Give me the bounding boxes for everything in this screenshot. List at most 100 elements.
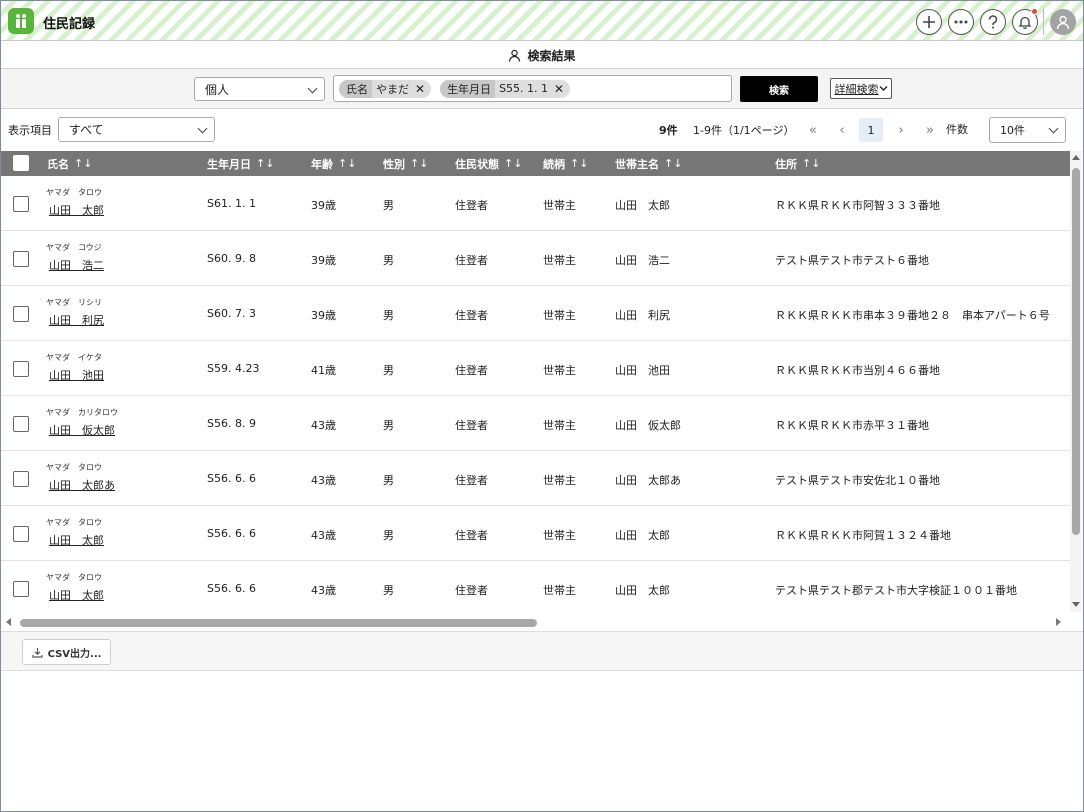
horizontal-scroll-thumb[interactable] <box>20 619 537 627</box>
select-all-checkbox[interactable] <box>13 155 29 171</box>
column-header-age[interactable]: 年齢 ↑↓ <box>311 151 356 176</box>
column-header-address[interactable]: 住所 ↑↓ <box>775 151 820 176</box>
name-link[interactable]: 山田 太郎 <box>49 532 104 548</box>
search-criteria-input[interactable]: 氏名 やまだ ✕ 生年月日 S55. 1. 1 ✕ <box>333 75 732 102</box>
more-icon[interactable] <box>948 9 974 35</box>
table-row[interactable]: ヤマダ タロウ 山田 太郎 S56. 6. 6 43歳 男 住登者 世帯主 山田… <box>1 506 1070 561</box>
row-checkbox[interactable] <box>13 251 29 267</box>
table-row[interactable]: ヤマダ イケタ 山田 池田 S59. 4.23 41歳 男 住登者 世帯主 山田… <box>1 341 1070 396</box>
prev-page-icon[interactable]: ‹ <box>830 118 854 142</box>
name-link[interactable]: 山田 仮太郎 <box>49 422 115 438</box>
status-cell: 住登者 <box>455 474 488 487</box>
sex-cell: 男 <box>383 419 394 432</box>
table-header: 氏名 ↑↓ 生年月日 ↑↓ 年齢 ↑↓ 性別 ↑↓ 住民状態 ↑↓ 続柄 ↑↓ 世帯主名 ↑↓… <box>1 151 1070 176</box>
table-row[interactable]: ヤマダ リシリ 山田 利尻 S60. 7. 3 39歳 男 住登者 世帯主 山田… <box>1 286 1070 341</box>
sort-icon: ↑↓ <box>802 157 821 170</box>
sort-icon: ↑↓ <box>504 157 523 170</box>
column-header-sex[interactable]: 性別 ↑↓ <box>383 151 428 176</box>
search-bar: 個人 氏名 やまだ ✕ 生年月日 S55. 1. 1 ✕ 検索 詳細検索 <box>1 69 1083 109</box>
scroll-down-icon[interactable] <box>1072 602 1080 607</box>
table-row[interactable]: ヤマダ タロウ 山田 太郎 S61. 1. 1 39歳 男 住登者 世帯主 山田… <box>1 176 1070 231</box>
table-row[interactable]: ヤマダ タロウ 山田 太郎 S56. 6. 6 43歳 男 住登者 世帯主 山田… <box>1 561 1070 612</box>
status-cell: 住登者 <box>455 254 488 267</box>
name-kana: ヤマダ コウジ <box>46 243 102 252</box>
table-row[interactable]: ヤマダ コウジ 山田 浩二 S60. 9. 8 39歳 男 住登者 世帯主 山田… <box>1 231 1070 286</box>
address-cell: テスト県テスト市テスト６番地 <box>775 254 929 267</box>
bell-icon[interactable] <box>1012 8 1038 35</box>
status-cell: 住登者 <box>455 199 488 212</box>
birthdate-cell: S56. 6. 6 <box>207 582 256 595</box>
column-header-birthdate[interactable]: 生年月日 ↑↓ <box>207 151 274 176</box>
column-header-status[interactable]: 住民状態 ↑↓ <box>455 151 522 176</box>
display-items-select[interactable]: すべて <box>58 117 215 142</box>
next-page-icon[interactable]: › <box>889 118 913 142</box>
age-cell: 39歳 <box>311 309 336 322</box>
name-link[interactable]: 山田 利尻 <box>49 312 104 328</box>
row-checkbox[interactable] <box>13 416 29 432</box>
relation-cell: 世帯主 <box>543 309 576 322</box>
app-window: 住民記録 検索結果 個人 氏名 やまだ ✕ 生年月日 S55. 1. 1 ✕ 検… <box>0 0 1084 812</box>
download-icon <box>31 647 43 658</box>
app-header: 住民記録 <box>1 1 1083 41</box>
name-link[interactable]: 山田 太郎あ <box>49 477 115 493</box>
age-cell: 43歳 <box>311 474 336 487</box>
result-count: 9件 <box>659 124 678 137</box>
plus-icon[interactable] <box>916 9 942 35</box>
row-checkbox[interactable] <box>13 471 29 487</box>
chevron-down-icon <box>879 86 887 91</box>
vertical-scroll-thumb[interactable] <box>1072 168 1080 535</box>
first-page-icon[interactable]: « <box>801 118 825 142</box>
per-page-select[interactable]: 10件 <box>989 117 1066 143</box>
vertical-scrollbar[interactable] <box>1070 151 1082 612</box>
csv-export-button[interactable]: CSV出力... <box>22 639 111 665</box>
age-cell: 43歳 <box>311 584 336 597</box>
name-link[interactable]: 山田 浩二 <box>49 257 104 273</box>
help-icon[interactable] <box>980 9 1006 35</box>
scroll-left-icon[interactable] <box>6 618 11 626</box>
name-kana: ヤマダ タロウ <box>46 188 102 197</box>
close-icon[interactable]: ✕ <box>554 82 564 96</box>
address-cell: ＲＫＫ県ＲＫＫ市当別４６６番地 <box>775 364 940 377</box>
page-title: 検索結果 <box>527 48 576 63</box>
row-checkbox[interactable] <box>13 196 29 212</box>
last-page-icon[interactable]: » <box>918 118 942 142</box>
column-label: 続柄 <box>543 157 565 171</box>
table-row[interactable]: ヤマダ カリタロウ 山田 仮太郎 S56. 8. 9 43歳 男 住登者 世帯主… <box>1 396 1070 451</box>
age-cell: 43歳 <box>311 529 336 542</box>
address-cell: ＲＫＫ県ＲＫＫ市阿智３３３番地 <box>775 199 940 212</box>
column-header-head[interactable]: 世帯主名 ↑↓ <box>615 151 682 176</box>
name-link[interactable]: 山田 太郎 <box>49 587 104 603</box>
close-icon[interactable]: ✕ <box>415 82 425 96</box>
birthdate-cell: S60. 7. 3 <box>207 307 256 320</box>
column-header-name[interactable]: 氏名 ↑↓ <box>47 151 92 176</box>
row-checkbox[interactable] <box>13 306 29 322</box>
search-chip-birthdate: 生年月日 S55. 1. 1 ✕ <box>440 79 571 98</box>
sex-cell: 男 <box>383 474 394 487</box>
row-checkbox[interactable] <box>13 526 29 542</box>
column-header-relation[interactable]: 続柄 ↑↓ <box>543 151 588 176</box>
address-cell: ＲＫＫ県ＲＫＫ市赤平３１番地 <box>775 419 929 432</box>
column-label: 住所 <box>775 157 797 171</box>
search-mode-value: 個人 <box>205 82 230 97</box>
search-button[interactable]: 検索 <box>740 76 818 102</box>
row-checkbox[interactable] <box>13 361 29 377</box>
scroll-up-icon[interactable] <box>1072 155 1080 160</box>
user-avatar-icon[interactable] <box>1050 9 1076 35</box>
csv-export-label: CSV出力... <box>47 648 102 660</box>
row-checkbox[interactable] <box>13 581 29 597</box>
sort-icon: ↑↓ <box>74 157 93 170</box>
scroll-right-icon[interactable] <box>1056 618 1061 626</box>
chevron-down-icon <box>197 123 208 134</box>
horizontal-scrollbar[interactable] <box>1 615 1070 629</box>
relation-cell: 世帯主 <box>543 419 576 432</box>
page-number[interactable]: 1 <box>859 118 883 142</box>
display-items-label: 表示項目 <box>8 124 52 137</box>
advanced-search-button[interactable]: 詳細検索 <box>830 78 892 99</box>
sex-cell: 男 <box>383 309 394 322</box>
table-row[interactable]: ヤマダ タロウ 山田 太郎あ S56. 6. 6 43歳 男 住登者 世帯主 山… <box>1 451 1070 506</box>
name-kana: ヤマダ カリタロウ <box>46 408 118 417</box>
name-link[interactable]: 山田 池田 <box>49 367 104 383</box>
age-cell: 39歳 <box>311 254 336 267</box>
search-mode-select[interactable]: 個人 <box>194 77 325 101</box>
name-link[interactable]: 山田 太郎 <box>49 202 104 218</box>
